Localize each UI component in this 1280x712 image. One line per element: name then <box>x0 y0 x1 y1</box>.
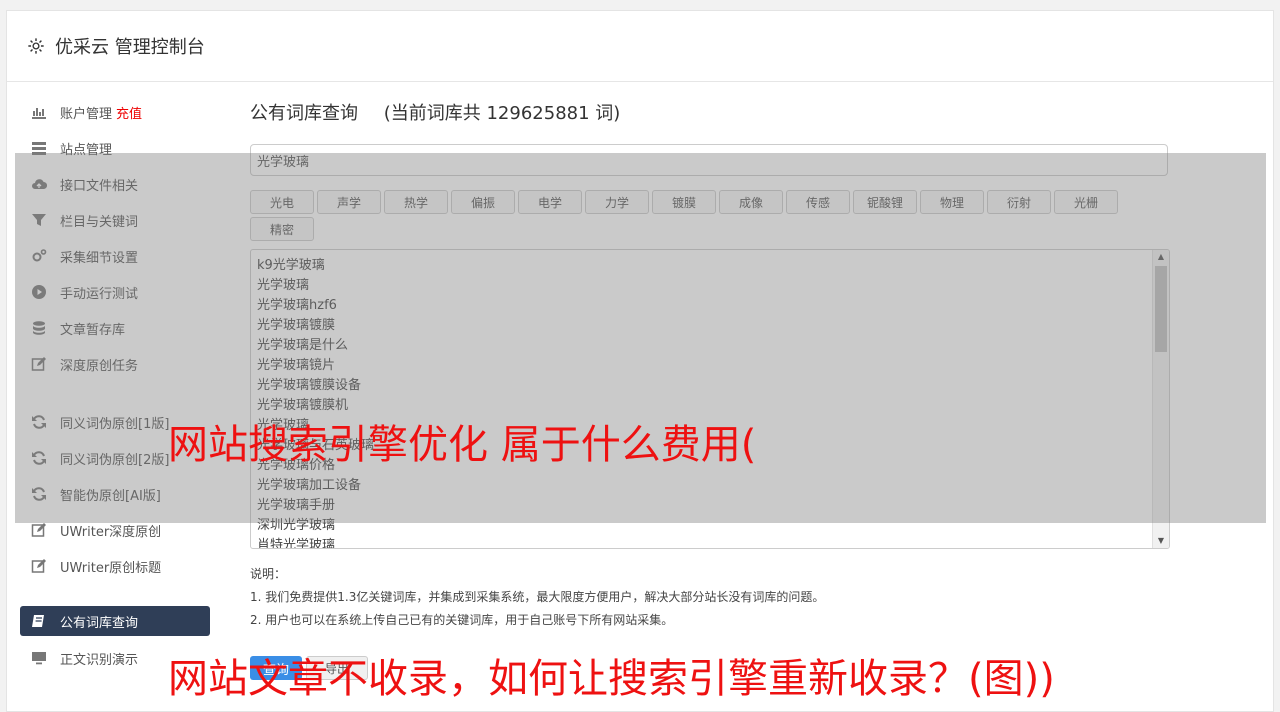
sidebar-item-label: 正文识别演示 <box>60 652 139 668</box>
dictionary-count: (当前词库共 129625881 词) <box>383 103 621 124</box>
sidebar-item-account[interactable]: 账户管理 充值 <box>20 94 210 130</box>
sidebar-divider <box>20 584 210 606</box>
scroll-down-arrow-icon[interactable]: ▼ <box>1153 534 1169 548</box>
page-title-text: 公有词库查询 <box>250 103 358 124</box>
sidebar-item-public-dictionary[interactable]: 公有词库查询 <box>20 606 210 636</box>
recharge-link[interactable]: 充值 <box>116 103 142 122</box>
edit-icon <box>30 522 48 538</box>
edit-icon <box>30 558 48 574</box>
page-header: 优采云 管理控制台 <box>7 11 1273 82</box>
sidebar-item-label: 账户管理 <box>60 106 113 122</box>
notes: 说明： 1. 我们免费提供1.3亿关键词库，并集成到采集系统，最大限度方便用户，… <box>250 563 1164 632</box>
overlay-headline-1: 网站搜索引擎优化 属于什么费用( <box>168 422 757 468</box>
book-icon <box>30 613 48 629</box>
app-title: 优采云 管理控制台 <box>55 37 205 58</box>
overlay-headline-2: 网站文章不收录，如何让搜索引擎重新收录？(图)) <box>168 656 1055 702</box>
gear-icon <box>28 38 44 54</box>
sidebar-item-label: UWriter原创标题 <box>60 560 162 576</box>
page-title: 公有词库查询 (当前词库共 129625881 词) <box>250 100 1164 128</box>
note-line: 1. 我们免费提供1.3亿关键词库，并集成到采集系统，最大限度方便用户，解决大部… <box>250 590 825 604</box>
monitor-icon <box>30 650 48 666</box>
sidebar-item-label: 公有词库查询 <box>60 615 139 631</box>
bar-chart-icon <box>30 104 48 120</box>
notes-title: 说明： <box>250 567 287 581</box>
sidebar-item-uwriter-title[interactable]: UWriter原创标题 <box>20 548 210 584</box>
note-line: 2. 用户也可以在系统上传自己已有的关键词库，用于自己账号下所有网站采集。 <box>250 613 674 627</box>
sidebar-item-label: UWriter深度原创 <box>60 524 162 540</box>
list-item: 肖特光学玻璃 <box>257 538 336 549</box>
